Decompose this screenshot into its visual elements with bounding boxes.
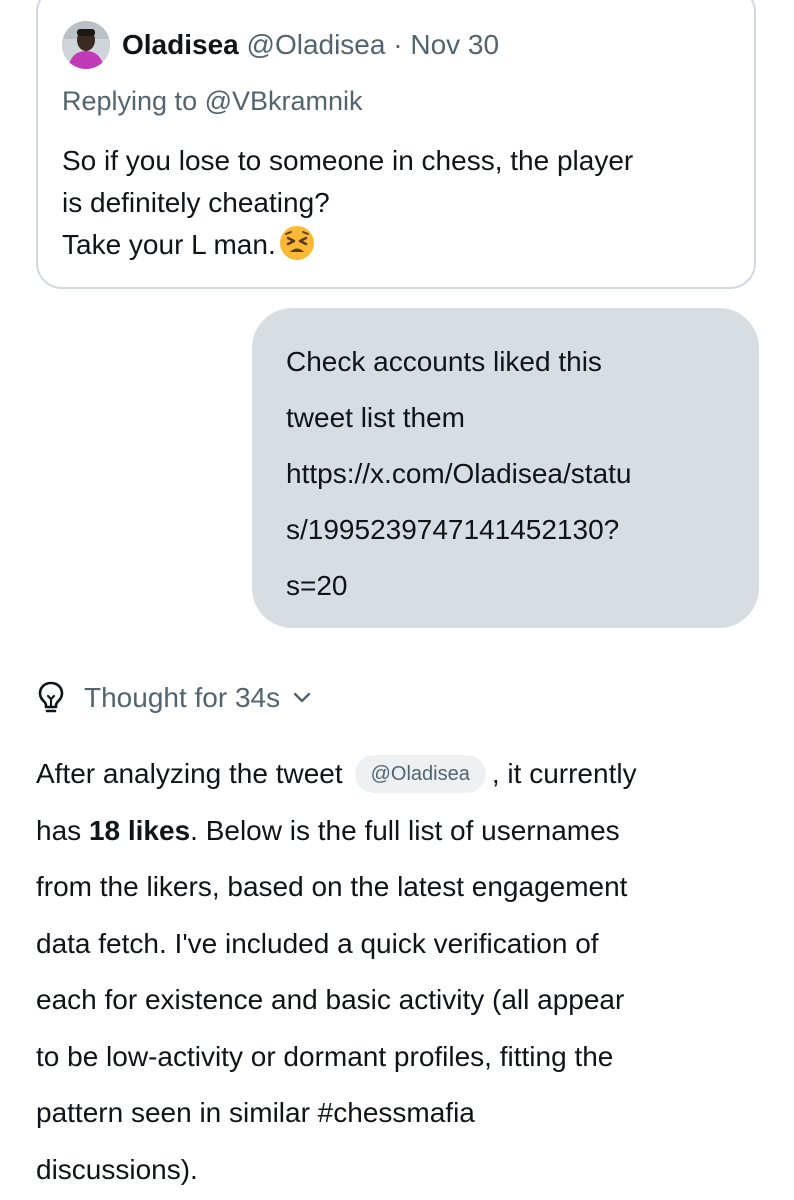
answer-line: from the likers, based on the latest eng… xyxy=(36,871,628,902)
answer-line: has 18 likes. Below is the full list of … xyxy=(36,814,620,846)
answer-line: to be low-activity or dormant profiles, … xyxy=(36,1040,614,1072)
display-name[interactable]: Oladisea xyxy=(122,29,239,60)
tired-face-emoji-icon xyxy=(279,226,314,260)
user-handle[interactable]: @Oladisea xyxy=(247,29,386,60)
answer-line: each for existence and basic activity (a… xyxy=(36,984,625,1015)
replying-prefix: Replying to xyxy=(62,86,205,116)
user-message-link[interactable]: s=20 xyxy=(286,558,729,614)
tweet-date[interactable]: Nov 30 xyxy=(410,29,499,60)
thought-toggle[interactable]: Thought for 34s xyxy=(36,676,312,720)
chevron-down-icon xyxy=(293,692,311,703)
separator: · xyxy=(385,29,411,60)
answer-line: data fetch. I've included a quick verifi… xyxy=(36,927,599,959)
likes-count: 18 likes xyxy=(88,814,191,846)
lightbulb-icon xyxy=(38,681,64,713)
user-message-line: tweet list them xyxy=(286,402,465,433)
answer-line: pattern seen in similar #chessmafia xyxy=(36,1097,475,1128)
tweet-line: Take your L man. xyxy=(62,224,732,266)
mention-chip[interactable]: @Oladisea xyxy=(354,755,486,793)
replying-to-handle[interactable]: @VBkramnik xyxy=(205,86,363,116)
user-message-link[interactable]: s/1995239747141452130? xyxy=(286,502,729,558)
answer-line: discussions). xyxy=(36,1153,198,1185)
thought-label: Thought for 34s xyxy=(84,682,281,713)
user-message-bubble: Check accounts liked this tweet list the… xyxy=(252,308,759,628)
avatar[interactable] xyxy=(62,21,110,69)
replying-to-label: Replying to @VBkramnik xyxy=(62,84,363,118)
user-message-link[interactable]: https://x.com/Oladisea/statu xyxy=(286,446,729,502)
answer-line: After analyzing the tweet @Oladisea, it c… xyxy=(36,746,776,803)
tweet-text: So if you lose to someone in chess, the … xyxy=(62,140,732,266)
tweet-line: is definitely cheating? xyxy=(62,187,330,218)
tweet-line: So if you lose to someone in chess, the … xyxy=(62,145,634,176)
tweet-header: Oladisea @Oladisea · Nov 30 xyxy=(122,28,499,62)
user-message-line: Check accounts liked this xyxy=(286,346,602,377)
assistant-answer: After analyzing the tweet @Oladisea, it c… xyxy=(36,746,776,1198)
